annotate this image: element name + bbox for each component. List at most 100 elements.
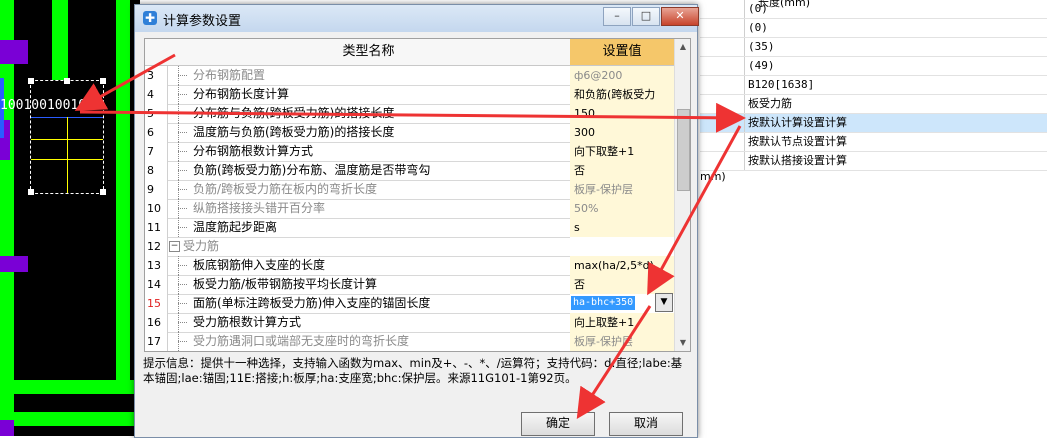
row-type-name: 板底钢筋伸入支座的长度 <box>167 256 571 275</box>
row-type-name: 分布钢筋根数计算方式 <box>167 142 571 161</box>
table-row[interactable]: 3 分布钢筋配置 ф6@200 <box>145 66 674 86</box>
row-label: 分布钢筋根数计算方式 <box>193 144 314 158</box>
tree-line-icon <box>173 180 187 199</box>
cad-green-wall <box>0 260 14 436</box>
table-row[interactable]: 13 板底钢筋伸入支座的长度 max(ha/2,5*d) <box>145 256 674 276</box>
property-row[interactable]: (35) <box>700 38 1047 57</box>
scroll-down-icon[interactable]: ▼ <box>675 335 690 351</box>
table-row[interactable]: 5 分布筋与负筋(跨板受力筋)的搭接长度 150 <box>145 104 674 124</box>
property-name-cell <box>700 152 744 170</box>
close-button[interactable]: ✕ <box>661 7 699 26</box>
property-row[interactable]: (0) <box>700 19 1047 38</box>
row-setting-value[interactable] <box>570 237 674 256</box>
row-type-name: 分布钢筋配置 <box>167 66 571 85</box>
scroll-up-icon[interactable]: ▲ <box>675 39 690 55</box>
app-icon: ✚ <box>143 11 157 25</box>
row-setting-value[interactable]: 和负筋(跨板受力 <box>570 85 674 104</box>
row-number: 9 <box>145 180 168 199</box>
row-label: 分布钢筋配置 <box>193 68 266 82</box>
table-row[interactable]: 16 受力筋根数计算方式 向上取整+1 <box>145 313 674 333</box>
table-row[interactable]: 9 负筋/跨板受力筋在板内的弯折长度 板厚-保护层 <box>145 180 674 200</box>
table-row[interactable]: 14 板受力筋/板带钢筋按平均长度计算 否 <box>145 275 674 295</box>
vertical-scrollbar[interactable]: ▲ ▼ <box>674 39 690 351</box>
row-label: 分布钢筋长度计算 <box>193 87 290 101</box>
row-setting-value[interactable]: 否 <box>570 275 674 294</box>
row-setting-value[interactable]: max(ha/2,5*d) <box>570 256 674 275</box>
row-type-name: 受力筋遇洞口或端部无支座时的弯折长度 <box>167 332 571 351</box>
property-row[interactable]: 按默认计算设置计算 <box>700 114 1047 133</box>
row-type-name: 分布钢筋长度计算 <box>167 85 571 104</box>
property-row[interactable]: 按默认节点设置计算 <box>700 133 1047 152</box>
property-row[interactable]: 板受力筋 <box>700 95 1047 114</box>
cad-canvas[interactable]: 100100100100 <box>0 0 140 436</box>
table-row[interactable]: 7 分布钢筋根数计算方式 向下取整+1 <box>145 142 674 162</box>
tree-line-icon <box>173 161 187 180</box>
row-setting-value[interactable]: 向下取整+1 <box>570 142 674 161</box>
property-row[interactable]: (49) <box>700 57 1047 76</box>
table-row[interactable]: 4 分布钢筋长度计算 和负筋(跨板受力 <box>145 85 674 105</box>
row-setting-value[interactable]: 150 <box>570 104 674 123</box>
property-name-cell <box>700 19 744 37</box>
row-setting-value[interactable]: 否 <box>570 161 674 180</box>
property-value-cell[interactable]: (0) <box>744 19 1047 37</box>
row-number: 16 <box>145 313 168 332</box>
row-setting-value[interactable]: 向上取整+1 <box>570 313 674 332</box>
table-row[interactable]: 17 受力筋遇洞口或端部无支座时的弯折长度 板厚-保护层 <box>145 332 674 351</box>
row-type-name: 温度筋与负筋(跨板受力筋)的搭接长度 <box>167 123 571 142</box>
row-setting-value[interactable]: 板厚-保护层 <box>570 180 674 199</box>
scroll-thumb[interactable] <box>677 109 690 191</box>
property-value-cell[interactable]: 按默认搭接设置计算 <box>744 152 1047 170</box>
property-row[interactable]: 按默认搭接设置计算 <box>700 152 1047 171</box>
row-label: 负筋/跨板受力筋在板内的弯折长度 <box>193 182 378 196</box>
row-type-name: 面筋(单标注跨板受力筋)伸入支座的锚固长度 <box>167 294 571 313</box>
row-number: 8 <box>145 161 168 180</box>
row-setting-value[interactable]: ф6@200 <box>570 66 674 85</box>
row-setting-value[interactable]: s <box>570 218 674 237</box>
row-number: 14 <box>145 275 168 294</box>
row-setting-value[interactable]: 50% <box>570 199 674 218</box>
row-type-name: 纵筋搭接接头错开百分率 <box>167 199 571 218</box>
property-label-partial: mm) <box>700 170 726 183</box>
row-label: 分布筋与负筋(跨板受力筋)的搭接长度 <box>193 106 395 120</box>
row-label: 负筋(跨板受力筋)分布筋、温度筋是否带弯勾 <box>193 163 431 177</box>
property-row[interactable]: B120[1638] <box>700 76 1047 95</box>
property-value-cell[interactable]: B120[1638] <box>744 76 1047 94</box>
table-row[interactable]: 12− 受力筋 <box>145 237 674 257</box>
table-row[interactable]: 8 负筋(跨板受力筋)分布筋、温度筋是否带弯勾 否 <box>145 161 674 181</box>
row-number: 12 <box>145 237 168 256</box>
row-type-name: 温度筋起步距离 <box>167 218 571 237</box>
table-row[interactable]: 15 面筋(单标注跨板受力筋)伸入支座的锚固长度 ha-bhc+350 <box>145 294 674 314</box>
property-value-cell[interactable]: (35) <box>744 38 1047 56</box>
property-value-cell[interactable]: 按默认节点设置计算 <box>744 133 1047 151</box>
row-number: 15 <box>145 294 168 313</box>
dropdown-arrow-button[interactable]: ▼ <box>655 293 673 312</box>
row-number: 13 <box>145 256 168 275</box>
cancel-button[interactable]: 取消 <box>609 412 683 436</box>
row-label: 温度筋起步距离 <box>193 220 278 234</box>
maximize-button[interactable]: □ <box>632 7 660 26</box>
row-number: 10 <box>145 199 168 218</box>
table-row[interactable]: 10 纵筋搭接接头错开百分率 50% <box>145 199 674 219</box>
ok-button[interactable]: 确定 <box>521 412 595 436</box>
property-name-cell <box>700 38 744 56</box>
tree-line-icon <box>173 294 187 313</box>
tree-line-icon <box>173 85 187 104</box>
property-value-cell[interactable]: (49) <box>744 57 1047 75</box>
row-number: 7 <box>145 142 168 161</box>
table-row[interactable]: 6 温度筋与负筋(跨板受力筋)的搭接长度 300 <box>145 123 674 143</box>
table-row[interactable]: 11 温度筋起步距离 s <box>145 218 674 238</box>
collapse-icon[interactable]: − <box>169 241 180 252</box>
row-type-name: 受力筋根数计算方式 <box>167 313 571 332</box>
property-value-cell[interactable]: 板受力筋 <box>744 95 1047 113</box>
row-label: 温度筋与负筋(跨板受力筋)的搭接长度 <box>193 125 395 139</box>
minimize-button[interactable]: – <box>603 7 631 26</box>
cad-dimension-text: 100100100100 <box>0 98 94 113</box>
property-value-cell[interactable]: (0) <box>744 0 1047 18</box>
row-setting-value[interactable]: 300 <box>570 123 674 142</box>
property-value-cell[interactable]: 按默认计算设置计算 <box>744 114 1047 132</box>
dialog-titlebar[interactable]: ✚ 计算参数设置 – □ ✕ <box>135 5 699 32</box>
row-setting-value[interactable]: 板厚-保护层 <box>570 332 674 351</box>
value-edit-field[interactable]: ha-bhc+350 <box>571 296 636 310</box>
cad-green-wall <box>14 412 134 426</box>
property-row[interactable]: (0) <box>700 0 1047 19</box>
